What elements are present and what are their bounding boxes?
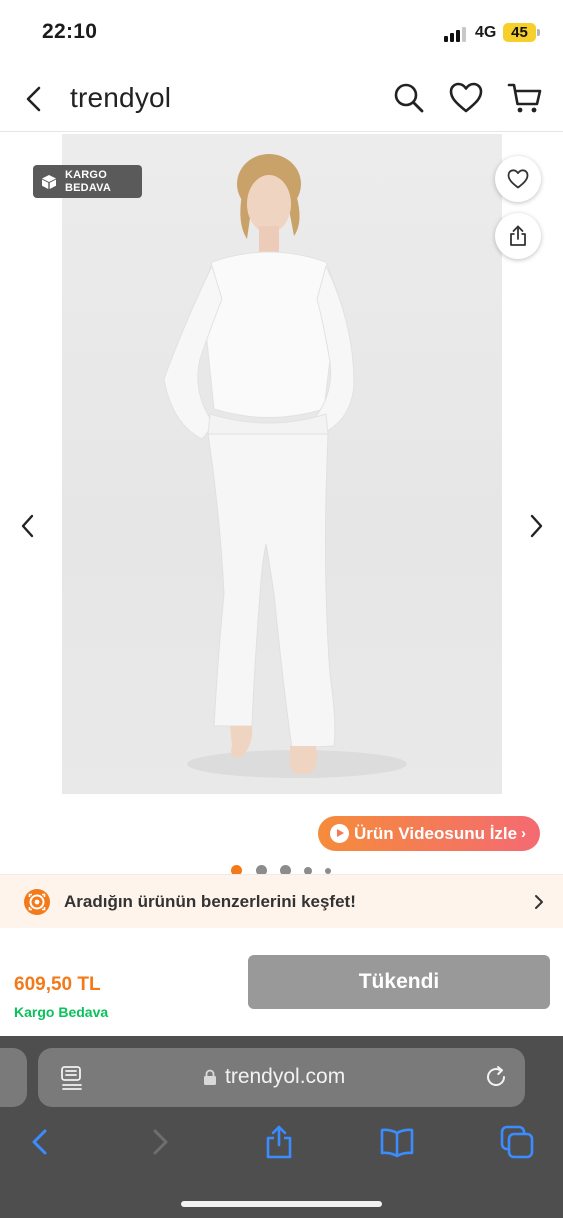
url-text: trendyol.com bbox=[225, 1065, 346, 1088]
share-button[interactable] bbox=[495, 213, 541, 259]
share-icon[interactable] bbox=[261, 1124, 297, 1160]
watch-video-button[interactable]: Ürün Videosunu İzle › bbox=[318, 816, 540, 851]
address-bar[interactable]: trendyol.com bbox=[38, 1048, 525, 1107]
heart-icon[interactable] bbox=[448, 80, 484, 116]
chevron-left-icon[interactable] bbox=[16, 512, 40, 540]
similar-search-icon bbox=[24, 889, 50, 915]
discover-similar-banner[interactable]: Aradığın ürünün benzerlerini keşfet! bbox=[0, 874, 563, 928]
heart-icon bbox=[507, 169, 529, 189]
discover-text: Aradığın ürünün benzerlerini keşfet! bbox=[64, 892, 356, 911]
chevron-right-icon[interactable] bbox=[524, 512, 548, 540]
badge-line-2: BEDAVA bbox=[65, 182, 112, 194]
page-menu-icon[interactable] bbox=[60, 1065, 84, 1091]
product-gallery: KARGO BEDAVA Ürün Videosunu İzle › bbox=[0, 132, 563, 876]
battery-level: 45 bbox=[503, 23, 536, 42]
chevron-right-icon: › bbox=[521, 825, 526, 842]
home-indicator bbox=[181, 1201, 382, 1207]
lock-icon bbox=[204, 1069, 216, 1085]
signal-icon bbox=[444, 26, 468, 42]
badge-line-1: KARGO bbox=[65, 169, 107, 181]
bookmarks-icon[interactable] bbox=[379, 1124, 415, 1160]
product-photo[interactable] bbox=[62, 134, 502, 794]
trendyol-logo[interactable]: trendyol bbox=[70, 82, 171, 114]
play-icon bbox=[330, 824, 349, 843]
badge-text: KARGO BEDAVA bbox=[65, 169, 111, 195]
app-header: trendyol bbox=[0, 66, 563, 132]
package-icon bbox=[42, 175, 56, 189]
model-illustration bbox=[163, 154, 407, 778]
clock: 22:10 bbox=[42, 20, 98, 43]
browser-back-icon[interactable] bbox=[22, 1124, 58, 1160]
chevron-right-icon bbox=[535, 895, 543, 909]
share-icon bbox=[510, 225, 526, 246]
browser-forward-icon[interactable] bbox=[142, 1124, 178, 1160]
tabs-icon[interactable] bbox=[499, 1124, 535, 1160]
price: 609,50 TL bbox=[14, 974, 101, 995]
free-shipping-badge: KARGO BEDAVA bbox=[33, 165, 142, 198]
cart-icon[interactable] bbox=[507, 80, 543, 116]
browser-toolbar: trendyol.com bbox=[0, 1036, 563, 1218]
watch-video-label: Ürün Videosunu İzle bbox=[354, 824, 518, 843]
shipping-info: Kargo Bedava bbox=[14, 1004, 109, 1020]
battery-icon bbox=[537, 29, 540, 36]
sold-out-button[interactable]: Tükendi bbox=[248, 955, 550, 1009]
favorite-button[interactable] bbox=[495, 156, 541, 202]
previous-tab-preview[interactable] bbox=[0, 1048, 27, 1107]
search-icon[interactable] bbox=[391, 80, 427, 116]
status-bar: 22:10 4G 45 bbox=[0, 0, 563, 66]
network-type: 4G bbox=[475, 24, 497, 41]
purchase-bar: 609,50 TL Kargo Bedava Tükendi bbox=[0, 928, 563, 1036]
reload-icon[interactable] bbox=[483, 1064, 509, 1090]
back-arrow-icon[interactable] bbox=[18, 83, 50, 115]
